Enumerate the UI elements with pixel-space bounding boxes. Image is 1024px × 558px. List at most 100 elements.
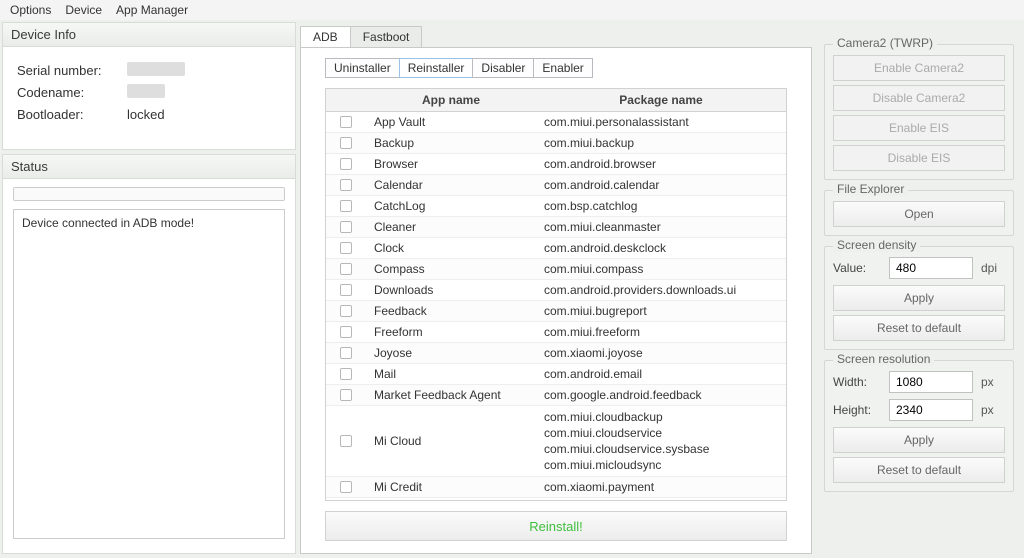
row-checkbox[interactable] [340, 263, 352, 275]
table-row[interactable]: Downloadscom.android.providers.downloads… [326, 280, 786, 301]
subtab-disabler[interactable]: Disabler [472, 58, 534, 78]
table-row[interactable]: Joyosecom.xiaomi.joyose [326, 343, 786, 364]
row-checkbox[interactable] [340, 242, 352, 254]
package-name-cell: com.miui.cleanmaster [536, 217, 786, 237]
resolution-group: Screen resolution Width: px Height: px A… [824, 360, 1014, 492]
row-checkbox[interactable] [340, 305, 352, 317]
app-name-cell: App Vault [366, 112, 536, 132]
menu-options[interactable]: Options [10, 3, 51, 17]
enable-eis-button[interactable]: Enable EIS [833, 115, 1005, 141]
resolution-reset-button[interactable]: Reset to default [833, 457, 1005, 483]
package-name-cell: com.android.deskclock [536, 238, 786, 258]
width-input[interactable] [889, 371, 973, 393]
resolution-title: Screen resolution [833, 352, 934, 366]
subtabs: Uninstaller Reinstaller Disabler Enabler [325, 58, 787, 78]
table-row[interactable]: Mi Creditcom.xiaomi.payment [326, 477, 786, 498]
row-checkbox[interactable] [340, 481, 352, 493]
package-name-cell: com.miui.backup [536, 133, 786, 153]
package-name-cell: com.miui.personalassistant [536, 112, 786, 132]
app-name-cell: Joyose [366, 343, 536, 363]
resolution-apply-button[interactable]: Apply [833, 427, 1005, 453]
serial-value [127, 62, 185, 76]
row-checkbox[interactable] [340, 158, 352, 170]
disable-camera2-button[interactable]: Disable Camera2 [833, 85, 1005, 111]
file-explorer-group: File Explorer Open [824, 190, 1014, 236]
subtab-uninstaller[interactable]: Uninstaller [325, 58, 400, 78]
table-row[interactable]: Feedbackcom.miui.bugreport [326, 301, 786, 322]
density-group: Screen density Value: dpi Apply Reset to… [824, 246, 1014, 350]
package-name-cell: com.android.providers.downloads.ui [536, 280, 786, 300]
camera2-group: Camera2 (TWRP) Enable Camera2 Disable Ca… [824, 44, 1014, 180]
row-checkbox[interactable] [340, 326, 352, 338]
density-reset-button[interactable]: Reset to default [833, 315, 1005, 341]
table-body[interactable]: App Vaultcom.miui.personalassistantBacku… [326, 112, 786, 500]
th-checkbox [326, 89, 366, 111]
status-message: Device connected in ADB mode! [22, 216, 276, 230]
menu-app-manager[interactable]: App Manager [116, 3, 188, 17]
package-name-cell: com.android.calendar [536, 175, 786, 195]
status-panel: Status Device connected in ADB mode! [2, 154, 296, 554]
row-checkbox[interactable] [340, 284, 352, 296]
tab-fastboot[interactable]: Fastboot [350, 26, 423, 47]
table-row[interactable]: Market Feedback Agentcom.google.android.… [326, 385, 786, 406]
table-row[interactable]: Cleanercom.miui.cleanmaster [326, 217, 786, 238]
table-row[interactable]: Calendarcom.android.calendar [326, 175, 786, 196]
density-value-label: Value: [833, 261, 881, 275]
open-file-explorer-button[interactable]: Open [833, 201, 1005, 227]
row-checkbox[interactable] [340, 116, 352, 128]
menu-device[interactable]: Device [65, 3, 102, 17]
density-input[interactable] [889, 257, 973, 279]
table-row[interactable]: Backupcom.miui.backup [326, 133, 786, 154]
density-title: Screen density [833, 238, 920, 252]
table-row[interactable]: Clockcom.android.deskclock [326, 238, 786, 259]
app-name-cell: Compass [366, 259, 536, 279]
table-row[interactable]: Compasscom.miui.compass [326, 259, 786, 280]
disable-eis-button[interactable]: Disable EIS [833, 145, 1005, 171]
app-name-cell: Mi Credit [366, 477, 536, 497]
app-name-cell: CatchLog [366, 196, 536, 216]
row-checkbox[interactable] [340, 137, 352, 149]
table-row[interactable]: App Vaultcom.miui.personalassistant [326, 112, 786, 133]
codename-label: Codename: [17, 85, 127, 100]
reinstall-button[interactable]: Reinstall! [325, 511, 787, 541]
enable-camera2-button[interactable]: Enable Camera2 [833, 55, 1005, 81]
package-name-cell: com.miui.cloudbackupcom.miui.cloudservic… [536, 406, 786, 476]
height-input[interactable] [889, 399, 973, 421]
subtab-enabler[interactable]: Enabler [533, 58, 592, 78]
row-checkbox[interactable] [340, 435, 352, 447]
row-checkbox[interactable] [340, 200, 352, 212]
table-row[interactable]: Freeformcom.miui.freeform [326, 322, 786, 343]
package-name-cell: com.xiaomi.mirecycle [536, 498, 786, 500]
row-checkbox[interactable] [340, 179, 352, 191]
serial-label: Serial number: [17, 63, 127, 78]
file-explorer-title: File Explorer [833, 182, 908, 196]
bootloader-value: locked [127, 107, 165, 122]
density-apply-button[interactable]: Apply [833, 285, 1005, 311]
width-unit: px [981, 375, 1005, 389]
app-name-cell: Clock [366, 238, 536, 258]
height-unit: px [981, 403, 1005, 417]
subtab-reinstaller[interactable]: Reinstaller [399, 58, 474, 78]
table-row[interactable]: Mi Cloudcom.miui.cloudbackupcom.miui.clo… [326, 406, 786, 477]
tab-adb[interactable]: ADB [300, 26, 351, 47]
th-pkg: Package name [536, 89, 786, 111]
package-name-cell: com.android.browser [536, 154, 786, 174]
table-row[interactable]: Mailcom.android.email [326, 364, 786, 385]
row-checkbox[interactable] [340, 347, 352, 359]
app-name-cell: Mi Cloud [366, 406, 536, 476]
app-name-cell: Market Feedback Agent [366, 385, 536, 405]
app-name-cell: Mail [366, 364, 536, 384]
row-checkbox[interactable] [340, 221, 352, 233]
package-name-cell: com.bsp.catchlog [536, 196, 786, 216]
package-name-cell: com.xiaomi.payment [536, 477, 786, 497]
app-table: App name Package name App Vaultcom.miui.… [325, 88, 787, 501]
row-checkbox[interactable] [340, 368, 352, 380]
app-name-cell: Cleaner [366, 217, 536, 237]
table-row[interactable]: Browsercom.android.browser [326, 154, 786, 175]
status-log: Device connected in ADB mode! [13, 209, 285, 539]
row-checkbox[interactable] [340, 389, 352, 401]
package-name-cell: com.miui.bugreport [536, 301, 786, 321]
device-info-panel: Device Info Serial number: Codename: Boo… [2, 22, 296, 150]
table-row[interactable]: Mi Recyclecom.xiaomi.mirecycle [326, 498, 786, 500]
table-row[interactable]: CatchLogcom.bsp.catchlog [326, 196, 786, 217]
